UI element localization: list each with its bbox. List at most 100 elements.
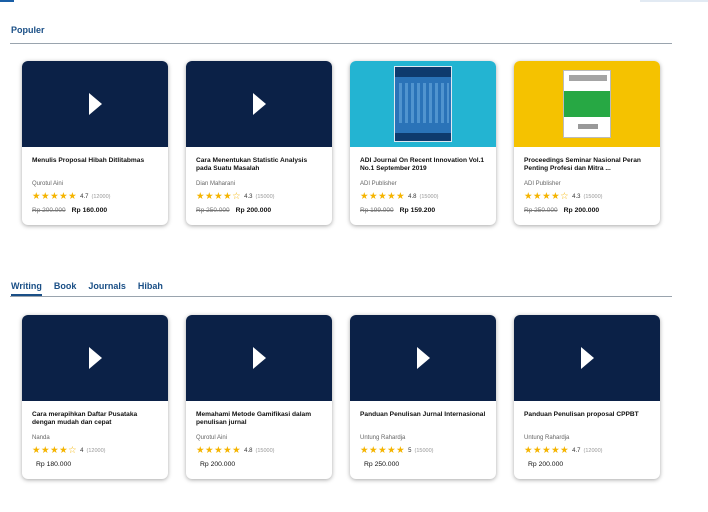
card-info: Panduan Penulisan Jurnal Internasional Un… [350,401,496,468]
video-thumbnail[interactable] [22,315,168,401]
tab-book[interactable]: Book [54,281,77,294]
course-card[interactable]: Panduan Penulisan proposal CPPBT Untung R… [514,315,660,479]
price: Rp 180.000 [36,461,72,468]
rating-count: (12000) [91,193,111,200]
rating-count: (15000) [255,447,275,454]
book-thumbnail[interactable] [514,61,660,147]
top-accent-line [0,0,14,2]
star-icon: ☆ [68,445,77,456]
price-row: Rp 200.000 [196,461,322,468]
star-icon: ★ [387,191,396,202]
original-price: Rp 250.000 [196,207,230,214]
course-title[interactable]: Memahami Metode Gamifikasi dalam penulis… [196,411,322,427]
book-thumbnail[interactable] [350,61,496,147]
discount-price: Rp 159.200 [399,207,436,214]
divider [10,296,672,297]
tab-writing[interactable]: Writing [11,281,42,296]
play-icon[interactable] [88,347,102,369]
cover-header [569,75,607,81]
course-title[interactable]: ADI Journal On Recent Innovation Vol.1 N… [360,157,486,173]
star-icon: ★ [59,445,68,456]
star-icon: ★ [369,445,378,456]
rating: ★ ★ ★ ★ ★ 4.8 (15000) [196,445,322,456]
play-icon[interactable] [416,347,430,369]
course-card[interactable]: Memahami Metode Gamifikasi dalam penulis… [186,315,332,479]
course-title[interactable]: Menulis Proposal Hibah Ditlitabmas [32,157,158,173]
top-right-bar [640,0,708,2]
course-card[interactable]: ADI Journal On Recent Innovation Vol.1 N… [350,61,496,225]
video-thumbnail[interactable] [22,61,168,147]
course-title[interactable]: Panduan Penulisan Jurnal Internasional [360,411,486,427]
proceedings-cover-image [563,70,611,138]
card-info: Cara Menentukan Statistic Analysis pada … [186,147,332,214]
course-author: Qurotul Aini [32,181,64,187]
rating: ★ ★ ★ ★ ★ 5 (15000) [360,445,486,456]
card-info: ADI Journal On Recent Innovation Vol.1 N… [350,147,496,214]
star-icon: ★ [205,445,214,456]
rating-count: (15000) [583,193,603,200]
rating: ★ ★ ★ ★ ★ 4.7 (12000) [32,191,158,202]
star-icon: ★ [542,445,551,456]
divider [10,43,672,44]
star-icon: ★ [32,445,41,456]
rating-value: 4.8 [244,447,253,454]
star-icon: ★ [360,445,369,456]
journal-cover-image [394,66,452,142]
video-thumbnail[interactable] [186,315,332,401]
cover-footer [395,133,451,141]
card-info: Proceedings Seminar Nasional Peran Penti… [514,147,660,214]
course-author: Qurotul Aini [196,435,228,441]
original-price: Rp 200.000 [32,207,66,214]
play-icon[interactable] [580,347,594,369]
course-title[interactable]: Panduan Penulisan proposal CPPBT [524,411,650,427]
video-thumbnail[interactable] [514,315,660,401]
star-icon: ★ [205,191,214,202]
course-card[interactable]: Proceedings Seminar Nasional Peran Penti… [514,61,660,225]
star-icon: ★ [50,191,59,202]
price: Rp 200.000 [528,461,564,468]
course-author: ADI Publisher [524,181,561,187]
star-icon: ★ [360,191,369,202]
card-info: Memahami Metode Gamifikasi dalam penulis… [186,401,332,468]
play-icon[interactable] [252,347,266,369]
star-icon: ★ [533,445,542,456]
course-card[interactable]: Menulis Proposal Hibah Ditlitabmas Qurotu… [22,61,168,225]
original-price: Rp 250.000 [524,207,558,214]
rating: ★ ★ ★ ★ ☆ 4 (12000) [32,445,158,456]
rating-value: 5 [408,447,412,454]
course-card[interactable]: Cara merapihkan Daftar Pusataka dengan m… [22,315,168,479]
populer-course-row: Menulis Proposal Hibah Ditlitabmas Qurotu… [22,61,660,225]
video-thumbnail[interactable] [186,61,332,147]
star-icon: ☆ [232,191,241,202]
rating-value: 4.7 [572,447,581,454]
card-info: Panduan Penulisan proposal CPPBT Untung R… [514,401,660,468]
tab-journals[interactable]: Journals [88,281,126,294]
star-icon: ★ [223,445,232,456]
tab-hibah[interactable]: Hibah [138,281,163,294]
price-row: Rp 200.000 Rp 160.000 [32,207,158,214]
star-icon: ★ [396,445,405,456]
star-icon: ★ [387,445,396,456]
course-card[interactable]: Cara Menentukan Statistic Analysis pada … [186,61,332,225]
star-icon: ★ [214,191,223,202]
rating-value: 4.3 [572,193,581,200]
course-author: Dian Maharani [196,181,236,187]
price-row: Rp 250.000 Rp 200.000 [524,207,650,214]
play-icon[interactable] [252,93,266,115]
course-title[interactable]: Cara Menentukan Statistic Analysis pada … [196,157,322,173]
cover-graphic [564,91,610,117]
play-icon[interactable] [88,93,102,115]
course-card[interactable]: Panduan Penulisan Jurnal Internasional Un… [350,315,496,479]
course-title[interactable]: Cara merapihkan Daftar Pusataka dengan m… [32,411,158,427]
course-author: Nanda [32,435,50,441]
video-thumbnail[interactable] [350,315,496,401]
rating-value: 4 [80,447,84,454]
rating-value: 4.8 [408,193,417,200]
star-icon: ★ [59,191,68,202]
category-tabs: Writing Book Journals Hibah [11,281,175,296]
star-icon: ★ [551,445,560,456]
course-author: Untung Rahardja [524,435,570,441]
cover-graphic [399,83,449,123]
course-title[interactable]: Proceedings Seminar Nasional Peran Penti… [524,157,650,173]
star-icon: ★ [50,445,59,456]
